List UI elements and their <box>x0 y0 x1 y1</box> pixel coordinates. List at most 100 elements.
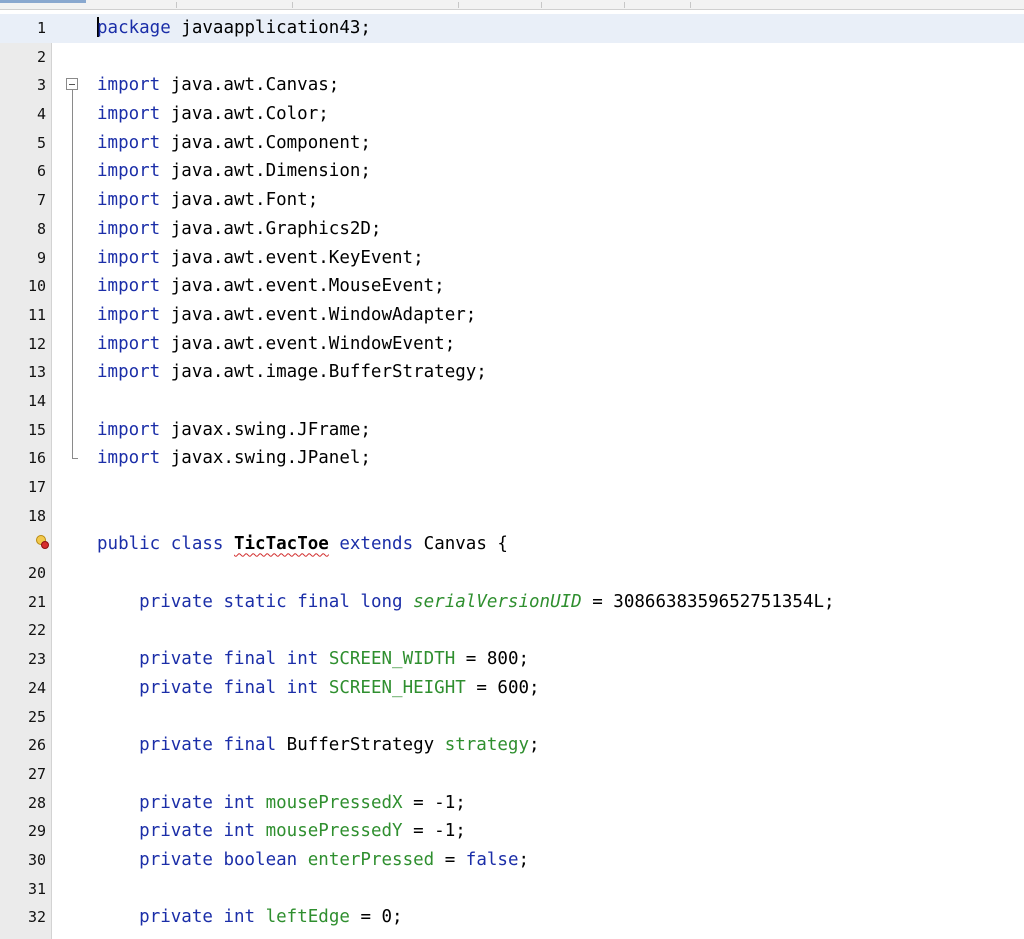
code-line[interactable]: 14 <box>0 387 1024 416</box>
code-line[interactable]: 31 <box>0 875 1024 904</box>
code-line[interactable]: 2 <box>0 43 1024 72</box>
line-number[interactable]: 14 <box>0 387 46 416</box>
code-text[interactable]: import java.awt.Dimension; <box>97 157 371 186</box>
code-text[interactable]: import java.awt.Color; <box>97 100 329 129</box>
code-text[interactable]: private boolean enterPressed = false; <box>97 846 529 875</box>
line-number[interactable]: 13 <box>0 358 46 387</box>
code-text[interactable]: import javax.swing.JPanel; <box>97 444 371 473</box>
code-line[interactable]: 25 <box>0 703 1024 732</box>
code-line[interactable]: 5 import java.awt.Component; <box>0 129 1024 158</box>
code-line[interactable]: 4 import java.awt.Color; <box>0 100 1024 129</box>
code-area[interactable]: 1 package javaapplication43; 2 3 import java… <box>0 14 1024 932</box>
code-text[interactable]: private final int SCREEN_HEIGHT = 600; <box>97 674 539 703</box>
line-number[interactable]: 4 <box>0 100 46 129</box>
line-number[interactable]: 15 <box>0 416 46 445</box>
code-text[interactable]: private int mousePressedY = -1; <box>97 817 466 846</box>
code-text[interactable]: private int mousePressedX = -1; <box>97 789 466 818</box>
line-number[interactable]: 10 <box>0 272 46 301</box>
ruler-tick <box>458 2 459 8</box>
fold-collapse-icon[interactable] <box>66 78 78 91</box>
code-token: java.awt.Graphics2D; <box>160 218 382 239</box>
line-number[interactable]: 5 <box>0 129 46 158</box>
line-number[interactable]: 32 <box>0 903 46 932</box>
line-number[interactable]: 21 <box>0 588 46 617</box>
code-line[interactable]: 27 <box>0 760 1024 789</box>
line-number[interactable]: 29 <box>0 817 46 846</box>
code-line[interactable]: 1 package javaapplication43; <box>0 14 1024 43</box>
code-line[interactable]: 23 private final int SCREEN_WIDTH = 800; <box>0 645 1024 674</box>
code-text[interactable]: import java.awt.Font; <box>97 186 318 215</box>
line-number[interactable]: 22 <box>0 616 46 645</box>
code-line[interactable]: 13 import java.awt.image.BufferStrategy; <box>0 358 1024 387</box>
code-text[interactable]: import java.awt.image.BufferStrategy; <box>97 358 487 387</box>
line-number[interactable]: 20 <box>0 559 46 588</box>
code-line[interactable]: 6 import java.awt.Dimension; <box>0 157 1024 186</box>
code-line[interactable]: 16 import javax.swing.JPanel; <box>0 444 1024 473</box>
line-number[interactable]: 8 <box>0 215 46 244</box>
line-number[interactable]: 24 <box>0 674 46 703</box>
line-number[interactable]: 26 <box>0 731 46 760</box>
code-line[interactable]: 30 private boolean enterPressed = false; <box>0 846 1024 875</box>
code-text[interactable]: import java.awt.event.WindowEvent; <box>97 330 455 359</box>
code-text[interactable]: import javax.swing.JFrame; <box>97 416 371 445</box>
code-line[interactable]: 9 import java.awt.event.KeyEvent; <box>0 244 1024 273</box>
line-number[interactable]: 2 <box>0 43 46 72</box>
code-line[interactable]: 7 import java.awt.Font; <box>0 186 1024 215</box>
code-line[interactable]: 22 <box>0 616 1024 645</box>
code-line[interactable]: 21 private static final long serialVersi… <box>0 588 1024 617</box>
line-number[interactable]: 6 <box>0 157 46 186</box>
line-number[interactable]: 27 <box>0 760 46 789</box>
line-number[interactable]: 12 <box>0 330 46 359</box>
code-line[interactable]: 11 import java.awt.event.WindowAdapter; <box>0 301 1024 330</box>
code-text[interactable]: import java.awt.Canvas; <box>97 71 339 100</box>
code-line[interactable]: public class TicTacToe extends Canvas { <box>0 530 1024 559</box>
keyword-token: private final int <box>139 649 319 670</box>
code-line[interactable]: 26 private final BufferStrategy strategy… <box>0 731 1024 760</box>
line-number[interactable]: 7 <box>0 186 46 215</box>
keyword-token: import <box>97 218 161 239</box>
code-text[interactable]: import java.awt.Component; <box>97 129 371 158</box>
code-text[interactable]: public class TicTacToe extends Canvas { <box>97 530 508 559</box>
line-number[interactable]: 16 <box>0 444 46 473</box>
code-text[interactable]: private final BufferStrategy strategy; <box>97 731 539 760</box>
line-number[interactable]: 25 <box>0 703 46 732</box>
code-text[interactable]: import java.awt.event.KeyEvent; <box>97 244 424 273</box>
code-text[interactable]: import java.awt.event.MouseEvent; <box>97 272 445 301</box>
code-token: Canvas { <box>413 534 508 555</box>
ruler-tick <box>176 2 177 8</box>
line-number[interactable]: 23 <box>0 645 46 674</box>
line-number[interactable]: 28 <box>0 789 46 818</box>
code-editor[interactable]: 1 package javaapplication43; 2 3 import java… <box>0 0 1024 939</box>
line-number[interactable]: 1 <box>0 14 46 43</box>
code-line[interactable]: 15 import javax.swing.JFrame; <box>0 416 1024 445</box>
line-number[interactable]: 31 <box>0 875 46 904</box>
code-line[interactable]: 18 <box>0 502 1024 531</box>
code-line[interactable]: 3 import java.awt.Canvas; <box>0 71 1024 459</box>
code-line[interactable]: 10 import java.awt.event.MouseEvent; <box>0 272 1024 301</box>
code-line[interactable]: 32 private int leftEdge = 0; <box>0 903 1024 932</box>
code-text[interactable]: private int leftEdge = 0; <box>97 903 402 932</box>
code-text[interactable]: private static final long serialVersionU… <box>97 588 834 617</box>
line-number[interactable]: 18 <box>0 502 46 531</box>
warning-error-bulb-icon[interactable] <box>35 535 49 550</box>
code-line[interactable]: 29 private int mousePressedY = -1; <box>0 817 1024 846</box>
line-number[interactable]: 9 <box>0 244 46 273</box>
code-line[interactable]: 24 private final int SCREEN_HEIGHT = 600… <box>0 674 1024 703</box>
line-number[interactable]: 3 <box>0 71 46 100</box>
line-number[interactable]: 11 <box>0 301 46 330</box>
line-number[interactable]: 17 <box>0 473 46 502</box>
code-text[interactable]: private final int SCREEN_WIDTH = 800; <box>97 645 529 674</box>
code-text[interactable]: package javaapplication43; <box>97 14 371 43</box>
code-token: javax.swing.JPanel; <box>160 448 371 469</box>
code-token: java.awt.Canvas; <box>160 75 340 96</box>
code-text[interactable]: import java.awt.Graphics2D; <box>97 215 381 244</box>
code-line[interactable]: 17 <box>0 473 1024 502</box>
code-line[interactable]: 8 import java.awt.Graphics2D; <box>0 215 1024 244</box>
code-line[interactable]: 20 <box>0 559 1024 588</box>
keyword-token: import <box>97 161 161 182</box>
line-number[interactable]: 30 <box>0 846 46 875</box>
code-line[interactable]: 12 import java.awt.event.WindowEvent; <box>0 330 1024 359</box>
code-text[interactable]: import java.awt.event.WindowAdapter; <box>97 301 476 330</box>
code-line[interactable]: 28 private int mousePressedX = -1; <box>0 789 1024 818</box>
